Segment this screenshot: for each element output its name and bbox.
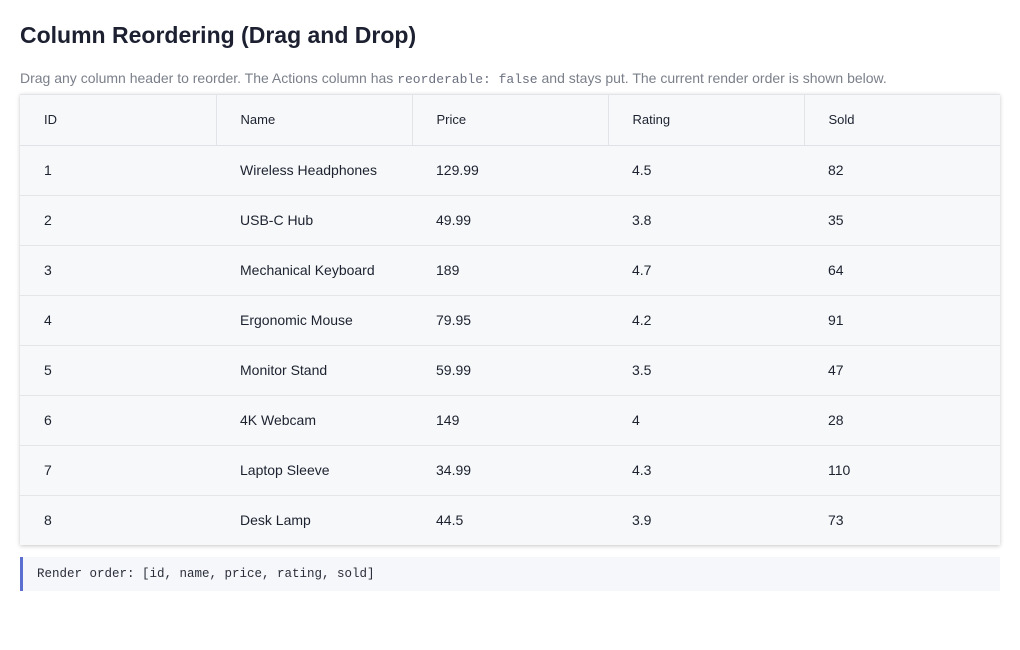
cell-price: 129.99 <box>412 145 608 196</box>
description-text-start: Drag any column header to reorder. The A… <box>20 70 398 86</box>
cell-rating: 3.8 <box>608 195 804 246</box>
cell-id: 7 <box>20 445 216 496</box>
table-row[interactable]: 4 Ergonomic Mouse 79.95 4.2 91 <box>20 295 1000 346</box>
cell-sold: 82 <box>804 145 1000 196</box>
cell-sold: 47 <box>804 345 1000 396</box>
cell-name: Wireless Headphones <box>216 145 412 196</box>
cell-rating: 4.7 <box>608 245 804 296</box>
cell-name: Desk Lamp <box>240 512 311 529</box>
cell-price: 149 <box>412 395 608 446</box>
cell-price: 44.5 <box>436 512 464 529</box>
description-code: reorderable: false <box>397 72 538 87</box>
header-row: ID Name Price Rating Sold <box>20 95 1000 146</box>
cell-rating: 4 <box>608 395 804 446</box>
cell-sold: 64 <box>804 245 1000 296</box>
cell-rating: 4.5 <box>608 145 804 196</box>
cell-sold: 91 <box>804 295 1000 346</box>
column-header-sold[interactable]: Sold <box>804 95 1000 146</box>
cell-sold: 28 <box>804 395 1000 446</box>
cell-rating: 3.5 <box>608 345 804 396</box>
table-row[interactable]: 5 Monitor Stand 59.99 3.5 47 <box>20 345 1000 396</box>
cell-price: 59.99 <box>412 345 608 396</box>
cell-id: 2 <box>20 195 216 246</box>
cell-id: 5 <box>20 345 216 396</box>
cell-rating: 3.9 <box>632 512 652 529</box>
cell-id: 3 <box>20 245 216 296</box>
data-grid: ID Name Price Rating Sold 1 Wireless Hea… <box>20 94 1000 545</box>
description-text-end: and stays put. The current render order … <box>537 70 887 86</box>
cell-price: 79.95 <box>412 295 608 346</box>
cell-name: Laptop Sleeve <box>216 445 412 496</box>
column-header-rating[interactable]: Rating <box>608 95 805 146</box>
render-order-output: Render order: [id, name, price, rating, … <box>20 557 1000 591</box>
page: Column Reordering (Drag and Drop) Drag a… <box>0 0 1020 650</box>
cell-name: Monitor Stand <box>216 345 412 396</box>
cell-sold: 110 <box>804 445 1000 496</box>
column-header-name[interactable]: Name <box>216 95 413 146</box>
cell-price: 49.99 <box>412 195 608 246</box>
cell-rating: 4.2 <box>608 295 804 346</box>
table-row[interactable]: 7 Laptop Sleeve 34.99 4.3 110 <box>20 445 1000 496</box>
cell-sold: 35 <box>804 195 1000 246</box>
cell-price: 34.99 <box>412 445 608 496</box>
page-description: Drag any column header to reorder. The A… <box>20 70 1000 88</box>
cell-id: 8 <box>44 512 52 529</box>
cell-name: Ergonomic Mouse <box>216 295 412 346</box>
cell-name: Mechanical Keyboard <box>216 245 412 296</box>
column-header-id[interactable]: ID <box>20 95 217 146</box>
table-row[interactable]: 2 USB-C Hub 49.99 3.8 35 <box>20 195 1000 246</box>
cell-name: 4K Webcam <box>216 395 412 446</box>
table-row[interactable]: 8 Desk Lamp 44.5 3.9 73 <box>20 495 1000 545</box>
table-row[interactable]: 1 Wireless Headphones 129.99 4.5 82 <box>20 145 1000 196</box>
cell-id: 4 <box>20 295 216 346</box>
cell-name: USB-C Hub <box>216 195 412 246</box>
cell-rating: 4.3 <box>608 445 804 496</box>
table-row[interactable]: 6 4K Webcam 149 4 28 <box>20 395 1000 446</box>
column-header-price[interactable]: Price <box>412 95 609 146</box>
cell-price: 189 <box>412 245 608 296</box>
grid-table: ID Name Price Rating Sold 1 Wireless Hea… <box>20 95 1000 545</box>
cell-id: 1 <box>20 145 216 196</box>
page-title: Column Reordering (Drag and Drop) <box>20 22 417 48</box>
table-row[interactable]: 3 Mechanical Keyboard 189 4.7 64 <box>20 245 1000 296</box>
cell-sold: 73 <box>828 512 844 529</box>
cell-id: 6 <box>20 395 216 446</box>
